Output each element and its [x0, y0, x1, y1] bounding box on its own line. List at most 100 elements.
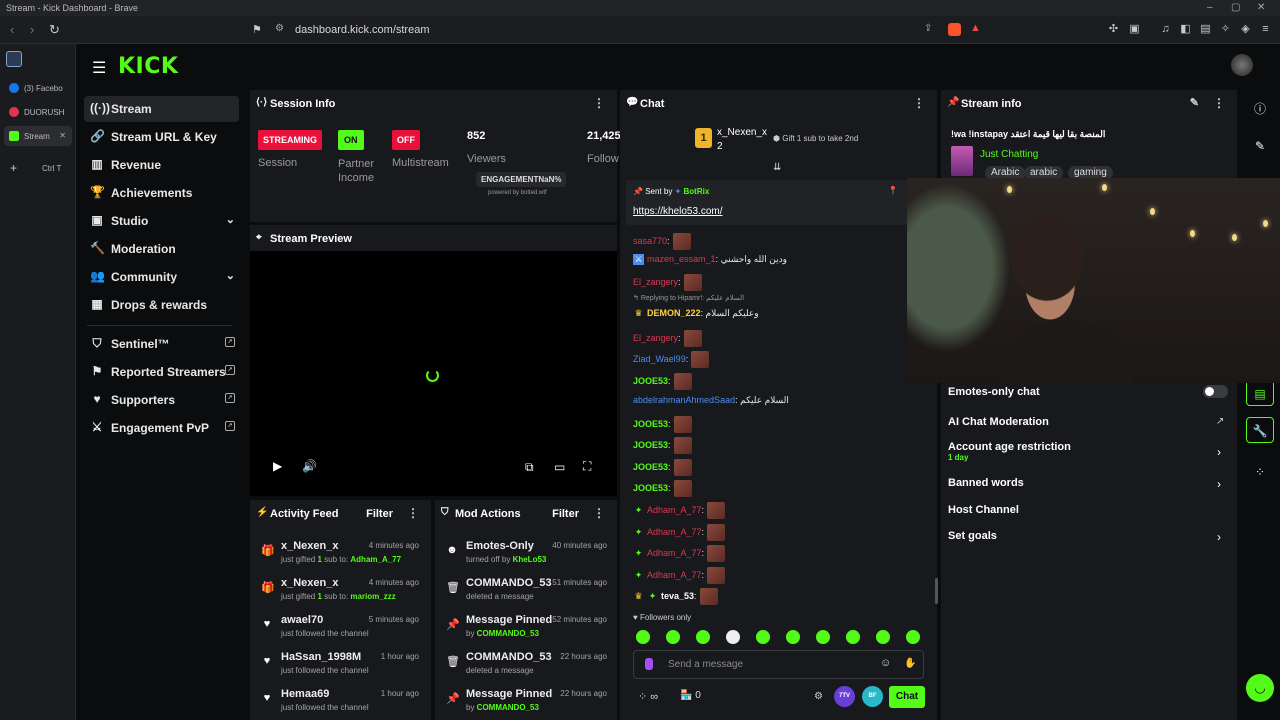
wallet2-icon[interactable]: ▤: [1199, 23, 1212, 36]
chevron-right-icon[interactable]: ›: [1217, 477, 1221, 491]
nav-reported-streamers[interactable]: ⚑ Reported Streamers ↗: [84, 359, 239, 385]
ai-moderation-label[interactable]: AI Chat Moderation: [948, 416, 1049, 428]
more-icon[interactable]: ⋮: [407, 506, 419, 520]
play-icon[interactable]: ▶: [273, 459, 282, 473]
tab-stream[interactable]: Stream ✕: [4, 126, 72, 146]
tab-facebook[interactable]: (3) Facebo: [4, 78, 72, 98]
more-icon[interactable]: ⋮: [593, 96, 605, 110]
nav-supporters[interactable]: ♥ Supporters ↗: [84, 387, 239, 413]
host-channel-label[interactable]: Host Channel: [948, 504, 1019, 516]
support-icon[interactable]: ◡: [1246, 674, 1274, 702]
emote-8[interactable]: [846, 630, 860, 644]
category-name[interactable]: Just Chatting: [980, 149, 1038, 160]
points-indicator[interactable]: ⁘ ∞: [638, 690, 658, 703]
pencil-icon[interactable]: ✎: [1246, 133, 1274, 159]
more-icon[interactable]: ⋮: [1213, 96, 1225, 110]
external-link-icon[interactable]: ↗: [1216, 416, 1224, 427]
nav-community[interactable]: 👥 Community ⌄: [84, 264, 239, 290]
tab-duorush[interactable]: DUORUSH: [4, 102, 72, 122]
filter-button[interactable]: Filter: [552, 508, 579, 520]
emote-1[interactable]: [636, 630, 650, 644]
site-settings-icon[interactable]: ⚙: [275, 23, 284, 34]
reload-icon[interactable]: ↻: [49, 22, 60, 38]
store-indicator[interactable]: 🏪 0: [680, 690, 701, 701]
partner-income-badge[interactable]: ON: [338, 130, 364, 150]
emotes-only-toggle[interactable]: [1203, 385, 1228, 398]
hamburger-icon[interactable]: ☰: [92, 58, 106, 78]
bookmark-icon[interactable]: ⚑: [252, 23, 262, 36]
address-bar[interactable]: ⚑ ⚙ dashboard.kick.com/stream ⇪ ▲: [248, 19, 988, 41]
extensions-icon[interactable]: ✣: [1107, 23, 1120, 36]
pip-icon[interactable]: ⧉: [525, 460, 534, 475]
brave-rewards-icon[interactable]: ▲: [970, 22, 981, 34]
nav-stream-url-key[interactable]: 🔗 Stream URL & Key: [84, 124, 239, 150]
pin-icon[interactable]: 📍: [888, 186, 898, 195]
nav-studio[interactable]: ▣ Studio ⌄: [84, 208, 239, 234]
maximize-icon[interactable]: ▢: [1231, 2, 1240, 13]
vpn-icon[interactable]: ◈: [1239, 23, 1252, 36]
sidebar-panel-icon[interactable]: [6, 51, 22, 67]
multistream-badge[interactable]: OFF: [392, 130, 420, 150]
more-icon[interactable]: ⋮: [913, 96, 925, 110]
nav-stream[interactable]: ((·)) Stream: [84, 96, 239, 122]
nav-engagement-pvp[interactable]: ⚔ Engagement PvP ↗: [84, 415, 239, 441]
music-icon[interactable]: ♫: [1159, 23, 1172, 36]
share-icon[interactable]: ⇪: [924, 23, 932, 34]
wrench-icon[interactable]: 🔧: [1246, 417, 1274, 443]
mic-icon[interactable]: [645, 658, 653, 670]
light-bulb: [1190, 230, 1195, 237]
chevron-right-icon[interactable]: ›: [1217, 445, 1221, 459]
nav-revenue[interactable]: ▥ Revenue: [84, 152, 239, 178]
more-icon[interactable]: ⋮: [593, 506, 605, 520]
chat-settings-icon[interactable]: ▤: [1246, 380, 1274, 406]
emote-5[interactable]: [756, 630, 770, 644]
groups-icon[interactable]: ⁘: [1246, 459, 1274, 485]
close-tab-icon[interactable]: ✕: [59, 131, 66, 140]
emote-4[interactable]: [726, 630, 740, 644]
wallet-icon[interactable]: ▣: [1128, 23, 1141, 36]
extension-icon[interactable]: ✋: [904, 658, 916, 669]
chevron-right-icon[interactable]: ›: [1217, 530, 1221, 544]
chat-scrollbar[interactable]: [935, 578, 938, 604]
emote-2[interactable]: [666, 630, 680, 644]
menu-icon[interactable]: ≡: [1259, 23, 1272, 36]
back-icon[interactable]: ‹: [10, 22, 14, 37]
nav-moderation[interactable]: 🔨 Moderation: [84, 236, 239, 262]
new-tab-button[interactable]: + Ctrl T: [4, 158, 72, 178]
account-age-label[interactable]: Account age restriction: [948, 441, 1071, 453]
gift-cta[interactable]: ⬢ Gift 1 sub to take 2nd: [773, 134, 858, 143]
pinned-link[interactable]: https://khelo53.com/: [633, 206, 723, 217]
filter-button[interactable]: Filter: [366, 508, 393, 520]
leo-icon[interactable]: ✧: [1219, 23, 1232, 36]
chat-input[interactable]: Send a message ☺ ✋: [633, 650, 924, 679]
emote-10[interactable]: [906, 630, 920, 644]
url-text[interactable]: dashboard.kick.com/stream: [295, 24, 430, 36]
emote-3[interactable]: [696, 630, 710, 644]
edit-icon[interactable]: ✎: [1190, 96, 1199, 109]
nav-drops-rewards[interactable]: ▦ Drops & rewards: [84, 292, 239, 318]
info-icon[interactable]: ⓘ: [1246, 94, 1274, 120]
banned-words-label[interactable]: Banned words: [948, 477, 1024, 489]
volume-icon[interactable]: 🔊: [302, 459, 317, 473]
kick-logo[interactable]: KICK: [118, 54, 178, 79]
user-avatar[interactable]: [1231, 54, 1253, 76]
bf-button[interactable]: BF: [862, 686, 883, 707]
nav-achievements[interactable]: 🏆 Achievements: [84, 180, 239, 206]
set-goals-label[interactable]: Set goals: [948, 530, 997, 542]
collapse-icon[interactable]: ⇊: [773, 162, 781, 173]
close-icon[interactable]: ✕: [1257, 2, 1265, 13]
emoji-icon[interactable]: ☺: [880, 657, 891, 669]
fullscreen-icon[interactable]: ⛶: [583, 459, 591, 474]
emote-9[interactable]: [876, 630, 890, 644]
brave-shields-icon[interactable]: [948, 23, 961, 36]
chat-send-button[interactable]: Chat: [889, 686, 925, 708]
emote-7[interactable]: [816, 630, 830, 644]
sidebar-toggle-icon[interactable]: ◧: [1179, 23, 1192, 36]
nav-sentinel[interactable]: ⛉ Sentinel™ ↗: [84, 331, 239, 357]
theater-icon[interactable]: ▭: [554, 460, 565, 474]
settings-icon[interactable]: ⚙: [814, 691, 823, 702]
minimize-icon[interactable]: –: [1207, 2, 1213, 13]
7tv-button[interactable]: 7TV: [834, 686, 855, 707]
emote-6[interactable]: [786, 630, 800, 644]
forward-icon[interactable]: ›: [30, 22, 34, 37]
